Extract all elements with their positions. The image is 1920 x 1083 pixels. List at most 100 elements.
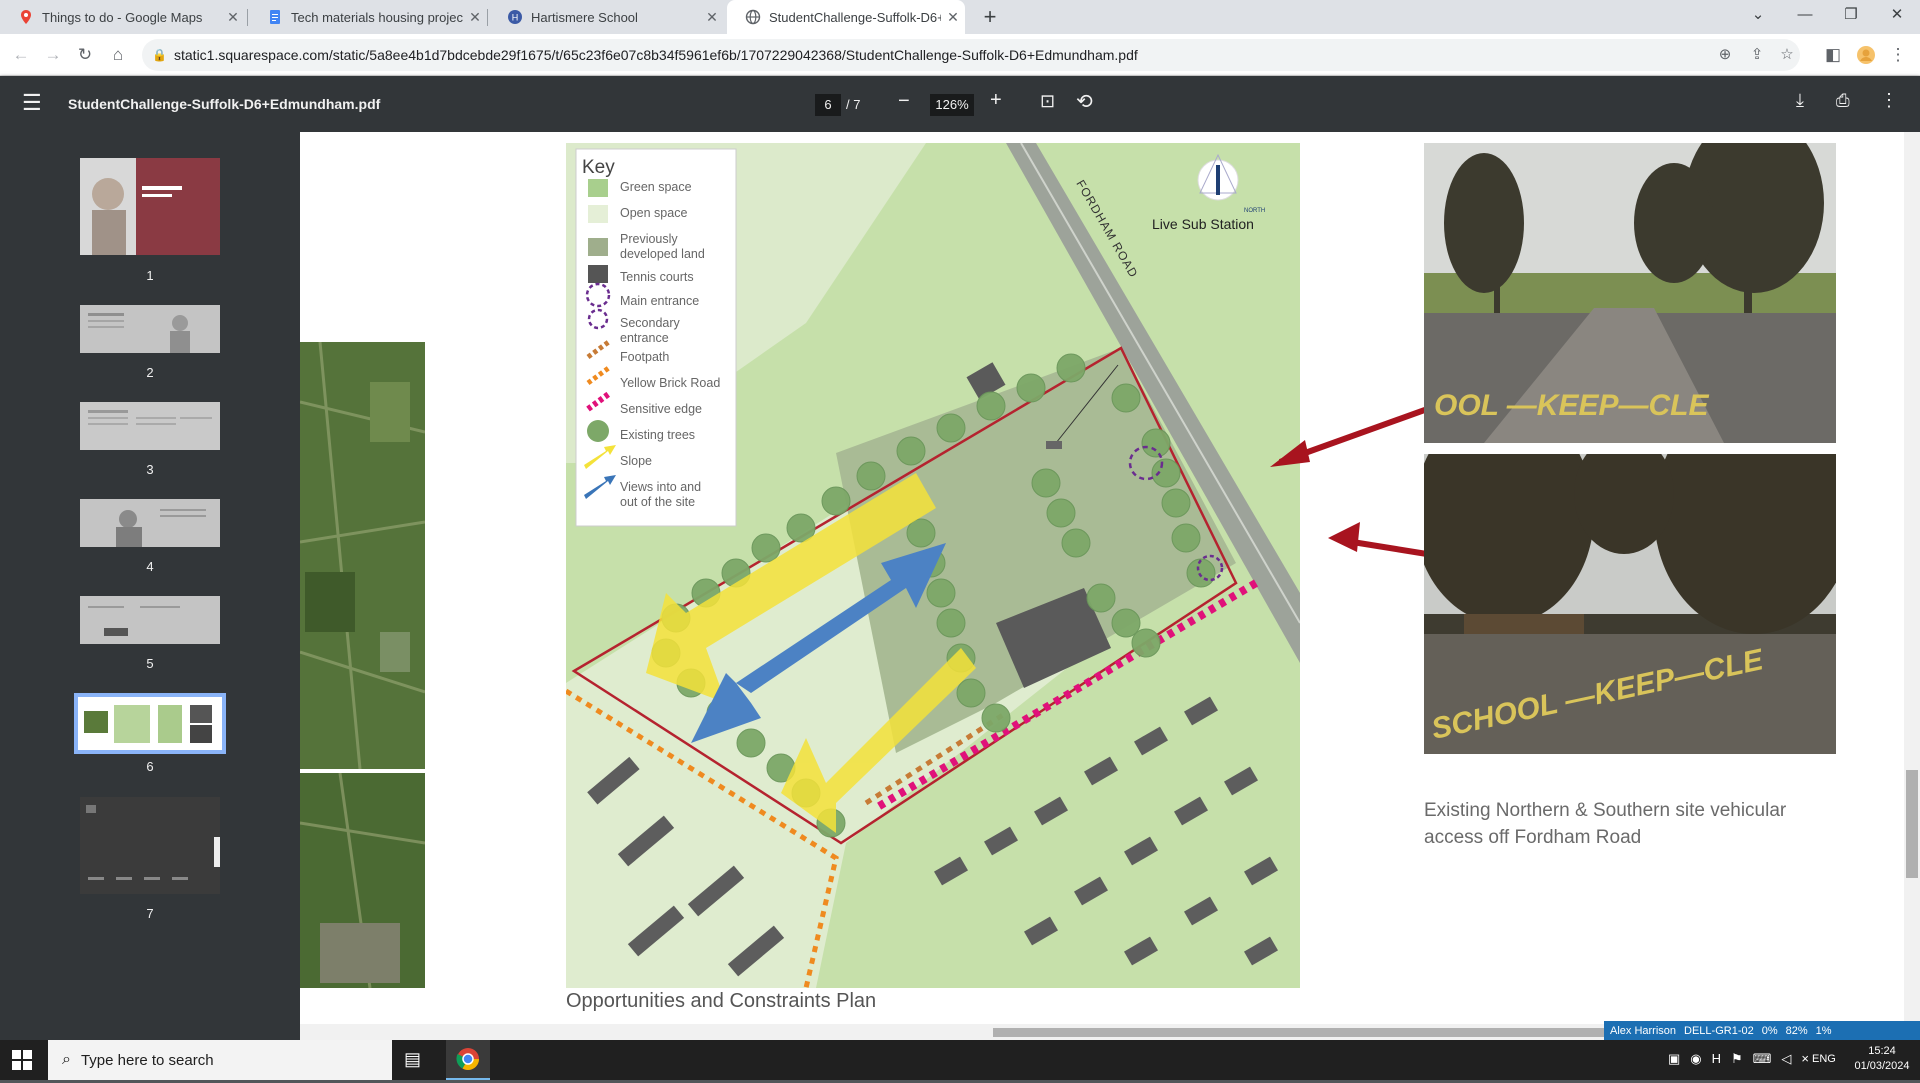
photo-caption: Existing Northern & Southern site vehicu… <box>1424 798 1786 851</box>
page-thumbnail-number: 4 <box>146 559 154 574</box>
page-thumbnail-number: 6 <box>146 759 154 774</box>
svg-text:H: H <box>512 13 519 23</box>
cpu-usage: 0% <box>1761 1024 1778 1037</box>
entrance-photo-north: OOL —KEEP—CLE <box>1424 143 1836 443</box>
google-docs-icon <box>267 9 283 25</box>
download-icon[interactable]: ⤓ <box>1796 90 1804 111</box>
menu-icon[interactable]: ☰ <box>22 92 42 114</box>
key-item: Green space <box>620 180 692 194</box>
tab-google-maps[interactable]: Things to do - Google Maps ✕ <box>0 0 245 34</box>
road-marking-text: OOL —KEEP—CLE <box>1434 389 1709 422</box>
page-thumbnail-number: 3 <box>146 462 154 477</box>
tab-divider <box>247 9 248 26</box>
close-window-button[interactable]: ✕ <box>1874 0 1920 30</box>
fit-to-page-icon[interactable]: ⊡ <box>1040 91 1055 112</box>
substation-label: Live Sub Station <box>1152 216 1254 232</box>
key-item: Sensitive edge <box>620 402 703 416</box>
browser-toolbar: ← → ↻ ⌂ 🔒 static1.squarespace.com/static… <box>0 34 1920 76</box>
page-number-input[interactable]: 6 <box>815 94 841 116</box>
page-thumbnail-7[interactable] <box>80 797 220 894</box>
tab-close-icon[interactable]: ✕ <box>941 9 965 26</box>
tab-student-challenge-pdf[interactable]: StudentChallenge-Suffolk-D6+E ✕ <box>727 0 965 34</box>
plan-caption: Opportunities and Constraints Plan <box>566 990 877 1012</box>
aerial-photo-2 <box>300 772 426 989</box>
restore-button[interactable]: ❐ <box>1828 0 1874 30</box>
windows-start-icon[interactable] <box>12 1050 32 1075</box>
zoom-out-icon[interactable]: − <box>898 90 910 113</box>
key-item: out of the site <box>620 495 696 509</box>
zoom-level-input[interactable]: 126% <box>930 94 974 116</box>
bookmark-star-icon[interactable]: ☆ <box>1778 46 1796 64</box>
key-item: entrance <box>620 331 669 345</box>
system-tray-icons[interactable]: ▣◉H⚑⌨◁× <box>1668 1051 1819 1067</box>
key-item: Existing trees <box>620 428 696 442</box>
tab-title: Hartismere School <box>531 9 638 25</box>
page-total: / 7 <box>846 97 861 112</box>
vertical-scroll-thumb[interactable] <box>1906 770 1918 878</box>
page-thumbnail-4[interactable] <box>80 499 220 547</box>
page-thumbnail-number: 2 <box>146 365 154 380</box>
tab-close-icon[interactable]: ✕ <box>221 9 245 26</box>
tab-tech-materials[interactable]: Tech materials housing project - ✕ <box>249 0 487 34</box>
minimize-button[interactable]: — <box>1782 0 1828 30</box>
page-thumbnail-number: 7 <box>146 906 154 921</box>
pdf-toolbar: ☰ StudentChallenge-Suffolk-D6+Edmundham.… <box>0 76 1920 132</box>
page-thumbnail-1[interactable] <box>80 158 220 255</box>
taskbar-search-box[interactable]: ⌕ Type here to search <box>48 1040 392 1080</box>
key-item: Secondary <box>620 316 680 330</box>
tab-title: Things to do - Google Maps <box>42 9 203 25</box>
tab-hartismere-school[interactable]: H Hartismere School ✕ <box>489 0 724 34</box>
vertical-scrollbar[interactable] <box>1904 132 1920 1024</box>
side-panel-icon[interactable]: ◧ <box>1819 41 1847 69</box>
task-view-icon[interactable]: ▤ <box>404 1049 421 1070</box>
tab-search-chevron-icon[interactable]: ⌄ <box>1735 0 1781 30</box>
key-title: Key <box>582 157 615 178</box>
search-placeholder: Type here to search <box>80 1051 214 1069</box>
browser-menu-icon[interactable]: ⋮ <box>1884 41 1912 69</box>
tab-close-icon[interactable]: ✕ <box>463 9 487 26</box>
clock-date: 01/03/2024 <box>1854 1060 1910 1072</box>
system-info-overlay: Alex Harrison DELL-GR1-02 0% 82% 1% <box>1604 1021 1920 1040</box>
pdf-page-view[interactable]: FORDHAM ROAD Key Green space Open space … <box>300 132 1904 1024</box>
new-tab-button[interactable]: + <box>976 3 1004 31</box>
key-item: Views into and <box>620 480 702 494</box>
battery-level: 82% <box>1785 1024 1808 1037</box>
forward-icon[interactable]: → <box>39 41 67 69</box>
clock-time: 15:24 <box>1868 1045 1896 1057</box>
chrome-taskbar-icon[interactable] <box>446 1040 490 1080</box>
page-thumbnail-2[interactable] <box>80 305 220 353</box>
page-thumbnail-6-selected[interactable] <box>74 693 226 754</box>
page-thumbnail-3[interactable] <box>80 402 220 450</box>
zoom-in-icon[interactable]: + <box>990 89 1002 112</box>
home-icon[interactable]: ⌂ <box>104 41 132 69</box>
lock-icon: 🔒 <box>152 48 167 62</box>
key-item: Footpath <box>620 350 670 364</box>
key-item: developed land <box>620 247 705 261</box>
more-options-icon[interactable]: ⋮ <box>1880 90 1898 111</box>
profile-avatar-icon[interactable] <box>1852 41 1880 69</box>
key-item: Tennis courts <box>620 270 694 284</box>
url-text: static1.squarespace.com/static/5a8ee4b1d… <box>174 47 1138 63</box>
language-indicator[interactable]: ENG <box>1812 1053 1836 1065</box>
north-label: NORTH <box>1244 208 1266 214</box>
pdf-title: StudentChallenge-Suffolk-D6+Edmundham.pd… <box>68 96 381 112</box>
rotate-icon[interactable]: ⟲ <box>1076 89 1093 114</box>
horizontal-scroll-thumb[interactable] <box>993 1028 1604 1037</box>
browser-tab-strip: Things to do - Google Maps ✕ Tech materi… <box>0 0 1920 34</box>
page-thumbnail-5[interactable] <box>80 596 220 644</box>
key-item: Slope <box>620 454 652 468</box>
windows-taskbar: ⌕ Type here to search ▤ ▣◉H⚑⌨◁× ENG 15:2… <box>0 1040 1920 1080</box>
share-icon[interactable]: ⇪ <box>1748 46 1766 64</box>
key-item: Main entrance <box>620 294 700 308</box>
tab-close-icon[interactable]: ✕ <box>700 9 724 26</box>
clock[interactable]: 15:24 01/03/2024 <box>1854 1045 1910 1072</box>
zoom-icon[interactable]: ⊕ <box>1716 46 1734 64</box>
print-icon[interactable]: ⎙ <box>1836 91 1850 111</box>
address-bar[interactable]: 🔒 static1.squarespace.com/static/5a8ee4b… <box>142 39 1800 71</box>
globe-icon <box>745 9 761 25</box>
reload-icon[interactable]: ↻ <box>71 41 99 69</box>
school-crest-icon: H <box>507 9 523 25</box>
thumbnail-sidebar: 1 2 3 4 5 6 7 <box>0 132 300 1040</box>
back-icon[interactable]: ← <box>7 41 35 69</box>
user-name: Alex Harrison <box>1610 1024 1677 1037</box>
